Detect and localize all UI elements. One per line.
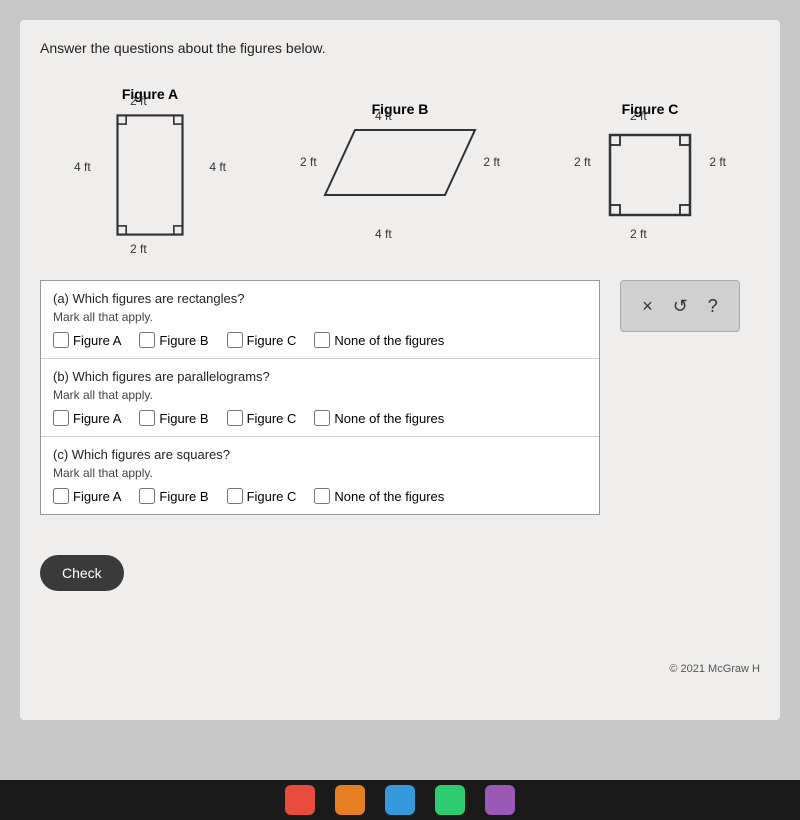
question-b-section: (b) Which figures are parallelograms? Ma… [41, 359, 599, 437]
qc-none-label[interactable]: None of the figures [314, 488, 444, 504]
qc-figB-label[interactable]: Figure B [139, 488, 208, 504]
question-c-checkboxes: Figure A Figure B Figure C None of the f… [53, 488, 587, 504]
figure-a-wrapper: 2 ft 4 ft 4 ft 2 ft [100, 110, 200, 240]
qb-figB-checkbox[interactable] [139, 410, 155, 426]
figure-c-container: Figure C 2 ft 2 ft 2 ft 2 ft [600, 101, 700, 225]
qa-none-label[interactable]: None of the figures [314, 332, 444, 348]
taskbar-item-orange[interactable] [335, 785, 365, 815]
qb-figA-checkbox[interactable] [53, 410, 69, 426]
taskbar [0, 780, 800, 820]
fig-c-right-dim: 2 ft [709, 155, 726, 169]
question-b-checkboxes: Figure A Figure B Figure C None of the f… [53, 410, 587, 426]
qb-figC-text: Figure C [247, 411, 297, 426]
qa-figB-label[interactable]: Figure B [139, 332, 208, 348]
qa-figB-text: Figure B [159, 333, 208, 348]
qa-figA-label[interactable]: Figure A [53, 332, 121, 348]
check-button[interactable]: Check [40, 555, 124, 591]
qb-figC-label[interactable]: Figure C [227, 410, 297, 426]
fig-b-bottom-dim: 4 ft [375, 227, 392, 241]
qa-figA-checkbox[interactable] [53, 332, 69, 348]
question-b-text: (b) Which figures are parallelograms? [53, 369, 587, 384]
taskbar-item-purple[interactable] [485, 785, 515, 815]
qb-figA-label[interactable]: Figure A [53, 410, 121, 426]
question-a-checkboxes: Figure A Figure B Figure C None of the f… [53, 332, 587, 348]
qc-figC-text: Figure C [247, 489, 297, 504]
questions-area: (a) Which figures are rectangles? Mark a… [40, 280, 760, 515]
qc-figA-text: Figure A [73, 489, 121, 504]
figures-row: Figure A 2 ft 4 ft [40, 76, 760, 250]
taskbar-item-green[interactable] [435, 785, 465, 815]
question-c-sub: Mark all that apply. [53, 466, 587, 480]
qa-none-text: None of the figures [334, 333, 444, 348]
qa-figA-text: Figure A [73, 333, 121, 348]
question-a-sub: Mark all that apply. [53, 310, 587, 324]
qc-figC-label[interactable]: Figure C [227, 488, 297, 504]
main-content: Answer the questions about the figures b… [20, 20, 780, 720]
fig-a-right-dim: 4 ft [209, 160, 226, 174]
qa-none-checkbox[interactable] [314, 332, 330, 348]
qb-none-checkbox[interactable] [314, 410, 330, 426]
question-c-text: (c) Which figures are squares? [53, 447, 587, 462]
qb-figB-text: Figure B [159, 411, 208, 426]
qb-none-text: None of the figures [334, 411, 444, 426]
fig-b-left-dim: 2 ft [300, 155, 317, 169]
taskbar-item-blue[interactable] [385, 785, 415, 815]
qb-figA-text: Figure A [73, 411, 121, 426]
figure-b-container: Figure B 4 ft 2 ft 2 ft 4 ft [320, 101, 480, 225]
figure-b-wrapper: 4 ft 2 ft 2 ft 4 ft [320, 125, 480, 225]
qa-figB-checkbox[interactable] [139, 332, 155, 348]
qb-none-label[interactable]: None of the figures [314, 410, 444, 426]
qa-figC-label[interactable]: Figure C [227, 332, 297, 348]
figure-a-svg [100, 110, 200, 240]
fig-c-top-dim: 2 ft [630, 109, 647, 123]
instruction-text: Answer the questions about the figures b… [40, 40, 760, 56]
fig-a-top-dim: 2 ft [130, 94, 147, 108]
fig-a-bottom-dim: 2 ft [130, 242, 147, 256]
qc-figA-checkbox[interactable] [53, 488, 69, 504]
fig-c-left-dim: 2 ft [574, 155, 591, 169]
refresh-button[interactable]: ↺ [671, 294, 690, 319]
close-button[interactable]: × [640, 294, 655, 319]
question-b-sub: Mark all that apply. [53, 388, 587, 402]
fig-b-right-dim: 2 ft [483, 155, 500, 169]
qb-figC-checkbox[interactable] [227, 410, 243, 426]
figure-c-svg [600, 125, 700, 225]
figure-b-svg [320, 125, 480, 205]
questions-box: (a) Which figures are rectangles? Mark a… [40, 280, 600, 515]
figure-a-container: Figure A 2 ft 4 ft [100, 86, 200, 240]
taskbar-item-red[interactable] [285, 785, 315, 815]
question-c-section: (c) Which figures are squares? Mark all … [41, 437, 599, 514]
qa-figC-text: Figure C [247, 333, 297, 348]
question-a-text: (a) Which figures are rectangles? [53, 291, 587, 306]
qb-figB-label[interactable]: Figure B [139, 410, 208, 426]
qc-figA-label[interactable]: Figure A [53, 488, 121, 504]
qc-figC-checkbox[interactable] [227, 488, 243, 504]
side-buttons-panel: × ↺ ? [620, 280, 740, 332]
fig-c-bottom-dim: 2 ft [630, 227, 647, 241]
copyright-text: © 2021 McGraw H [669, 663, 760, 675]
help-button[interactable]: ? [706, 294, 720, 319]
qc-figB-text: Figure B [159, 489, 208, 504]
fig-b-top-dim: 4 ft [375, 109, 392, 123]
qc-none-text: None of the figures [334, 489, 444, 504]
qa-figC-checkbox[interactable] [227, 332, 243, 348]
fig-a-left-dim: 4 ft [74, 160, 91, 174]
question-a-section: (a) Which figures are rectangles? Mark a… [41, 281, 599, 359]
qc-figB-checkbox[interactable] [139, 488, 155, 504]
figure-c-wrapper: 2 ft 2 ft 2 ft 2 ft [600, 125, 700, 225]
qc-none-checkbox[interactable] [314, 488, 330, 504]
